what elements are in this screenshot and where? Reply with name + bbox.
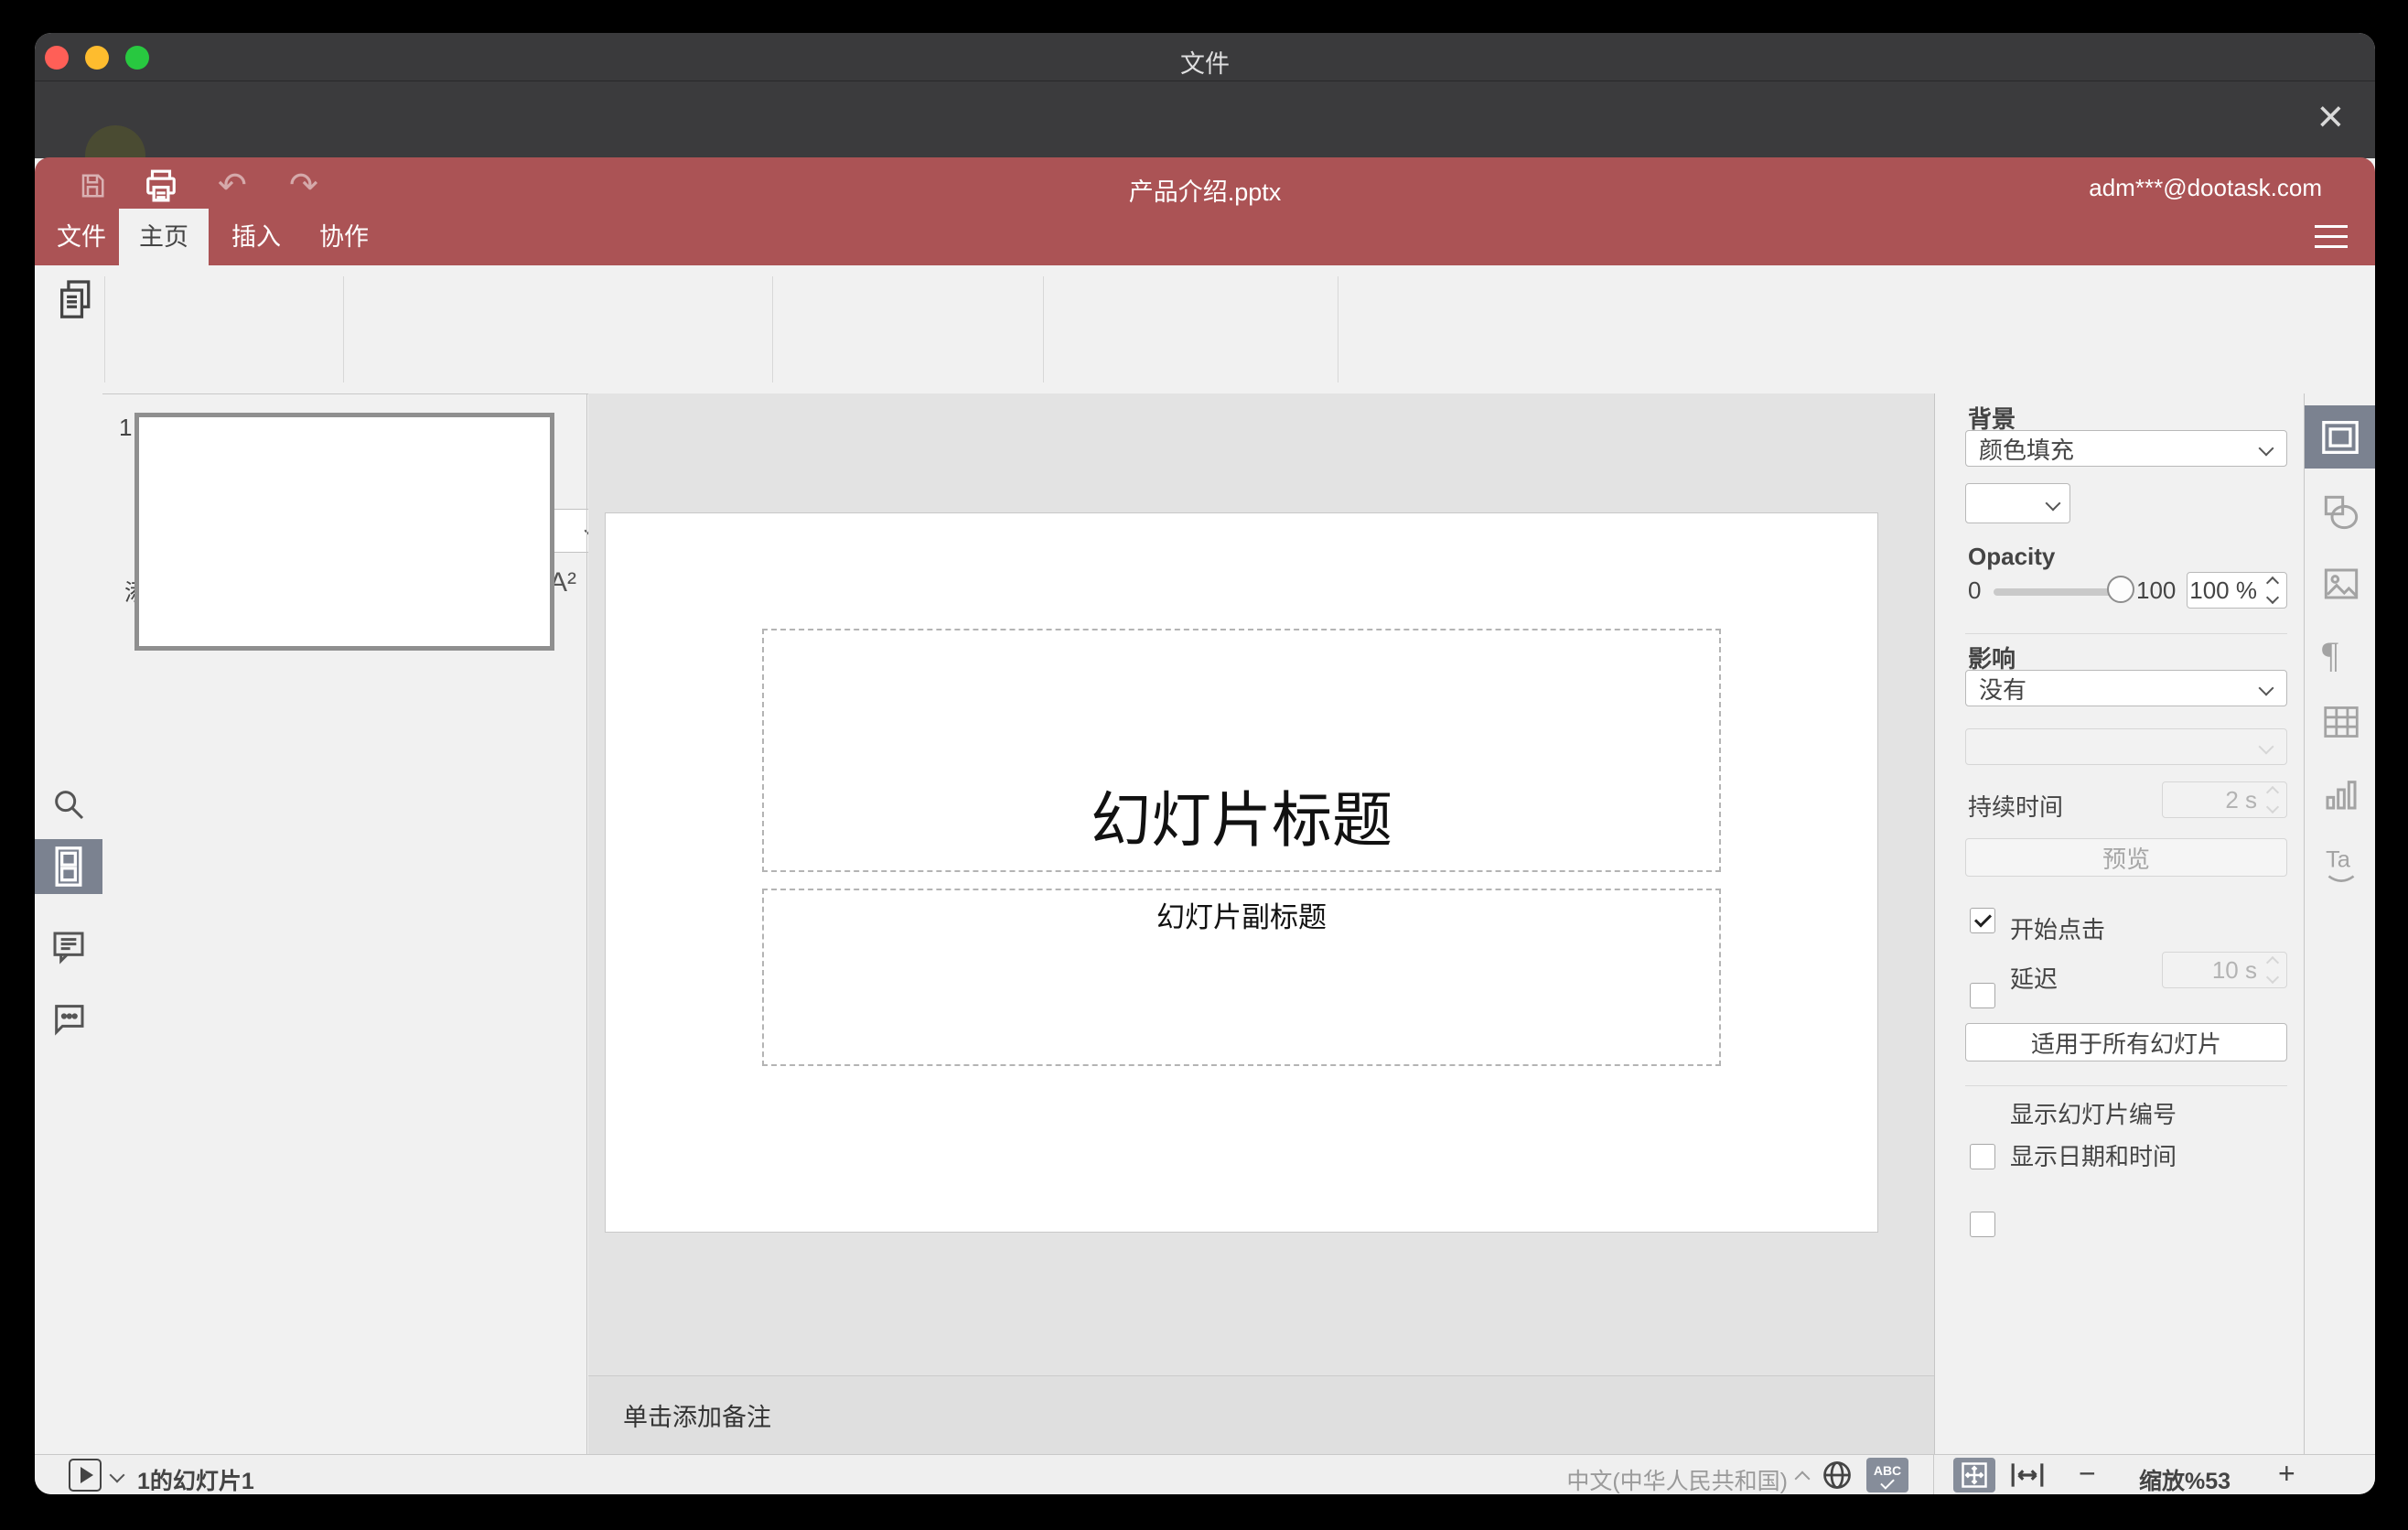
- show-slide-number-label: 显示幻灯片编号: [2010, 1101, 2177, 1128]
- fit-to-width-icon[interactable]: [2010, 1460, 2045, 1490]
- language-chevron-icon[interactable]: [1794, 1471, 1811, 1487]
- dark-app-strip: ×: [35, 81, 2375, 158]
- slides-panel-tab[interactable]: [35, 839, 102, 894]
- notes-area[interactable]: 单击添加备注: [588, 1375, 1934, 1454]
- tab-insert[interactable]: 插入: [229, 209, 284, 265]
- tab-collaboration[interactable]: 协作: [317, 209, 371, 265]
- delay-label: 延迟: [2010, 965, 2059, 993]
- preview-button: 预览: [1965, 838, 2287, 877]
- slideshow-mode-chevron-icon[interactable]: [109, 1467, 125, 1483]
- apply-to-all-button[interactable]: 适用于所有幻灯片: [1965, 1023, 2287, 1061]
- start-on-click-checkbox[interactable]: [1970, 908, 1995, 933]
- chat-icon[interactable]: [50, 999, 87, 1038]
- slide-canvas[interactable]: 幻灯片标题 幻灯片副标题: [605, 512, 1878, 1233]
- app-window: 文件 × ↶ ↷ 产品介绍.pptx adm***@dootask.com 文件…: [35, 33, 2375, 1494]
- slide-title-text: 幻灯片标题: [1091, 786, 1392, 854]
- slide-thumbnails-panel: 1: [102, 393, 587, 1454]
- start-slideshow-status-icon[interactable]: [69, 1459, 102, 1492]
- tab-file[interactable]: 文件: [55, 209, 108, 265]
- background-fill-select[interactable]: 颜色填充: [1965, 430, 2287, 467]
- left-sidebar: [35, 393, 102, 1454]
- show-date-time-label: 显示日期和时间: [2010, 1143, 2177, 1170]
- tab-home[interactable]: 主页: [119, 209, 209, 265]
- shape-settings-tab[interactable]: [2322, 494, 2360, 531]
- delay-spinner: 10 s: [2162, 952, 2287, 988]
- document-title: 产品介绍.pptx: [1128, 178, 1282, 206]
- zoom-in-button[interactable]: +: [2278, 1456, 2295, 1491]
- slide-workspace: 幻灯片标题 幻灯片副标题 单击添加备注: [588, 393, 1934, 1454]
- zoom-out-button[interactable]: −: [2079, 1456, 2096, 1491]
- opacity-max-label: 100: [2136, 576, 2177, 604]
- account-email[interactable]: adm***@dootask.com: [2089, 174, 2322, 202]
- title-placeholder[interactable]: 幻灯片标题: [762, 629, 1721, 872]
- document-language-icon[interactable]: [1821, 1459, 1854, 1492]
- macos-titlebar: 文件: [35, 33, 2375, 81]
- effect-select[interactable]: 没有: [1965, 670, 2287, 706]
- table-settings-tab[interactable]: [2322, 705, 2360, 739]
- zoom-level: 缩放%53: [2138, 1469, 2231, 1494]
- background-avatar: [85, 125, 145, 158]
- background-color-chevron-icon[interactable]: [2036, 483, 2070, 523]
- paragraph-settings-tab[interactable]: ¶: [2322, 633, 2338, 676]
- slide-thumbnail-selected[interactable]: [134, 413, 554, 651]
- slide-thumbnail-number: 1: [119, 414, 133, 441]
- opacity-min-label: 0: [1968, 576, 1982, 604]
- duration-label: 持续时间: [1968, 793, 2064, 821]
- background-color-swatch[interactable]: [1965, 483, 2037, 523]
- close-icon[interactable]: ×: [2317, 89, 2344, 144]
- textart-settings-tab[interactable]: Ta: [2322, 844, 2360, 884]
- start-on-click-label: 开始点击: [2010, 916, 2106, 943]
- image-settings-tab[interactable]: [2322, 566, 2360, 602]
- duration-spinner: 2 s: [2162, 781, 2287, 818]
- spellcheck-button[interactable]: ABC: [1866, 1458, 1908, 1492]
- search-icon[interactable]: [50, 785, 87, 824]
- svg-text:Ta: Ta: [2326, 846, 2351, 872]
- effect-type-select-disabled: [1965, 728, 2287, 765]
- show-date-time-checkbox[interactable]: [1970, 1212, 1995, 1237]
- app-header: ↶ ↷ 产品介绍.pptx adm***@dootask.com 文件 主页 插…: [35, 157, 2375, 265]
- opacity-spinner[interactable]: 100 %: [2187, 572, 2287, 609]
- delay-checkbox[interactable]: [1970, 983, 1995, 1008]
- slide-counter: 1的幻灯片1: [137, 1469, 254, 1494]
- slide-subtitle-text: 幻灯片副标题: [1156, 901, 1327, 933]
- notes-placeholder-text: 单击添加备注: [623, 1404, 771, 1431]
- comments-icon[interactable]: [50, 928, 87, 966]
- opacity-label: Opacity: [1968, 543, 2056, 570]
- status-bar: 1的幻灯片1 中文(中华人民共和国) ABC − 缩放%53 +: [35, 1454, 2375, 1494]
- menu-icon[interactable]: [2315, 218, 2348, 255]
- chart-settings-tab[interactable]: [2322, 776, 2360, 813]
- language-selector[interactable]: 中文(中华人民共和国): [1553, 1463, 1788, 1494]
- slide-settings-panel: 背景 颜色填充 Opacity 0 100 100 % 影响 没有 持续时间 2…: [1934, 393, 2305, 1454]
- opacity-slider-knob[interactable]: [2107, 576, 2134, 603]
- slide-settings-tab[interactable]: [2305, 405, 2375, 469]
- subtitle-placeholder[interactable]: 幻灯片副标题: [762, 889, 1721, 1066]
- window-title: 文件: [1180, 50, 1230, 78]
- right-sidebar: ¶ Ta: [2305, 393, 2375, 1454]
- show-slide-number-checkbox[interactable]: [1970, 1144, 1995, 1169]
- fit-to-slide-button[interactable]: [1953, 1458, 1995, 1492]
- toolbar: 添加幻灯片 A A Aa B I U S A² A₂ A: [35, 265, 2375, 607]
